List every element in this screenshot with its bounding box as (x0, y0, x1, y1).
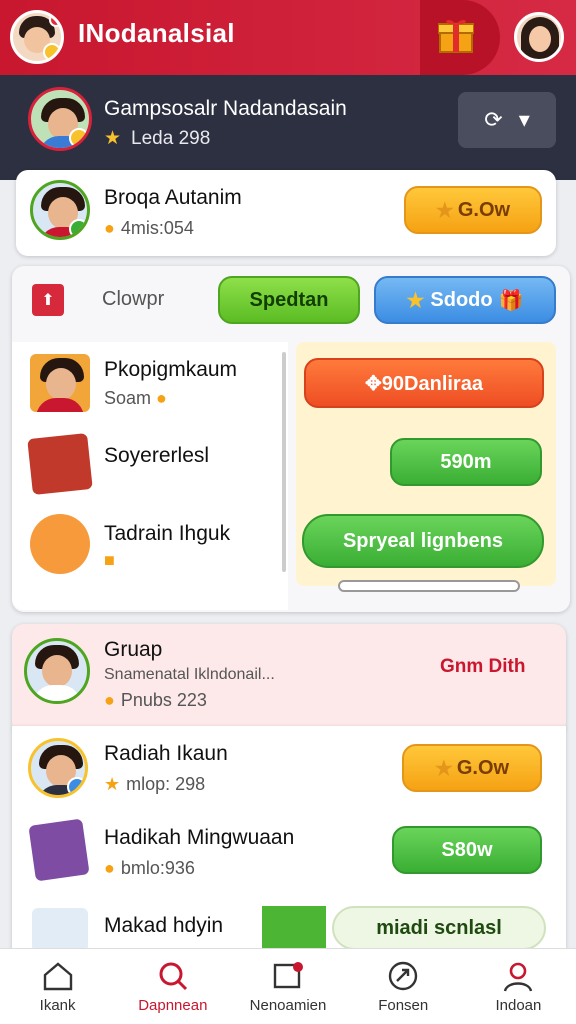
messages-icon (273, 962, 303, 989)
panel-label: Clowpr (102, 288, 165, 310)
action-panel: ⬆ Clowpr Spedtan ★ Sdodo 🎁 Pkopigmkaum Soa… (12, 266, 570, 612)
group-2-card: Gruap Snamenatal Iklndonail... ● Pnubs 22… (12, 624, 566, 734)
profile-level-text: Leda 298 (131, 128, 211, 149)
coin-icon: ● (104, 690, 115, 710)
member-sub-text: mlop: 298 (126, 774, 206, 794)
offers-area: ✥90Danliraa 590m Spryeal lignbens (296, 342, 556, 586)
card-icon (28, 818, 90, 882)
member-name: Hadikah Mingwuaan (104, 826, 295, 849)
star-icon: ★ (435, 199, 454, 222)
list-item-title: Soyererlesl (104, 444, 210, 467)
verified-icon (67, 777, 85, 795)
list-item-sub-text: Soam (104, 388, 152, 408)
member-sub: ● bmlo:936 (104, 858, 195, 879)
coin-icon: ● (156, 388, 167, 408)
top-bar: INodanalsial (0, 0, 576, 75)
app-avatar[interactable] (10, 10, 64, 64)
special-offer-button[interactable]: Spryeal lignbens (302, 514, 544, 568)
star-icon: ★ (434, 757, 453, 780)
nav-label: Dapnnean (138, 997, 208, 1014)
gift-icon: 🎁 (498, 289, 524, 312)
character-icon (30, 514, 90, 574)
list-item-title: Tadrain Ihguk (104, 522, 231, 545)
start-button[interactable]: Spedtan (218, 276, 360, 324)
member-go-label: G.Ow (456, 756, 510, 779)
home-icon (43, 962, 72, 991)
group-2-points: ● Pnubs 223 (104, 690, 207, 711)
group-points: ● 4mis:054 (104, 218, 194, 239)
group-go-button[interactable]: ★ G.Ow (404, 186, 542, 234)
group-avatar[interactable] (30, 180, 90, 240)
scrollbar[interactable] (282, 352, 286, 572)
star-icon: ★ (406, 289, 425, 312)
member-avatar[interactable] (28, 738, 88, 798)
member-list: Radiah Ikaun ★ mlop: 298 ★ G.Ow Hadikah Mi… (12, 726, 566, 952)
app-title: INodanalsial (78, 18, 235, 48)
member-action-button[interactable]: S80w (392, 826, 542, 874)
nav-label: Fonsen (378, 997, 429, 1014)
nav-messages[interactable]: Nenoamien (230, 949, 345, 1024)
profile-band: Gampsosalr Nadandasain ★ Leda 298 ⟳ ▾ (0, 75, 576, 180)
group-2-avatar[interactable] (24, 638, 90, 704)
nav-search[interactable]: Dapnnean (115, 949, 230, 1024)
member-sub-text: bmlo:936 (120, 858, 195, 878)
member-go-button[interactable]: ★ G.Ow (402, 744, 542, 792)
member-thumb (32, 908, 88, 952)
special-button[interactable]: ★ Sdodo 🎁 (374, 276, 556, 324)
bottom-nav: Ikank Dapnnean Nenoamien Fonsen Indoan (0, 948, 576, 1024)
nav-label: Nenoamien (249, 997, 327, 1014)
coin-icon: ● (104, 858, 115, 878)
nav-share[interactable]: Fonsen (346, 949, 461, 1024)
group-2-points-text: Pnubs 223 (120, 690, 207, 710)
star-icon: ★ (104, 774, 121, 794)
group-2-title: Gruap (104, 638, 163, 661)
list-item-thumb (30, 354, 90, 412)
profile-icon (504, 962, 533, 992)
group-card: Broqa Autanim ● 4mis:054 ★ G.Ow (16, 170, 556, 256)
verified-icon (69, 219, 87, 237)
list-item-title: Pkopigmkaum (104, 358, 238, 381)
profile-level: ★ Leda 298 (104, 127, 210, 150)
chevron-down-icon: ▾ (518, 107, 530, 132)
offer-button-green[interactable]: 590m (390, 438, 542, 486)
mini-social-button[interactable]: miadi scnlasl (332, 906, 546, 950)
gift-icon (262, 906, 326, 950)
group-name: Broqa Autanim (104, 186, 242, 209)
gift-icon[interactable] (438, 16, 474, 54)
coin-icon: ● (104, 218, 115, 238)
gift-icon: ■ (104, 550, 115, 570)
user-avatar[interactable] (514, 12, 564, 62)
notification-dot (49, 13, 61, 27)
member-name: Makad hdyin (104, 914, 224, 937)
red-envelope-icon (27, 433, 93, 495)
group-2-sub: Snamenatal Iklndonail... (104, 666, 275, 683)
member-sub: ★ mlop: 298 (104, 774, 205, 795)
panel-list: Pkopigmkaum Soam ● Soyererlesl Tadrain I… (12, 342, 288, 610)
search-icon (159, 962, 187, 991)
group-go-label: G.Ow (457, 198, 511, 221)
special-button-label: Sdodo (430, 288, 493, 311)
star-icon: ★ (104, 128, 122, 149)
options-dropdown[interactable]: ⟳ ▾ (458, 92, 556, 148)
profile-avatar[interactable] (28, 87, 92, 151)
progress-bar (338, 580, 520, 592)
nav-home[interactable]: Ikank (0, 949, 115, 1024)
refresh-icon: ⟳ (484, 107, 503, 132)
member-name: Radiah Ikaun (104, 742, 228, 765)
group-points-text: 4mis:054 (120, 218, 194, 238)
nav-label: Indoan (495, 997, 542, 1014)
profile-name: Gampsosalr Nadandasain (104, 97, 347, 120)
group-2-link[interactable]: Gnm Dith (440, 656, 526, 678)
share-icon (389, 961, 418, 991)
back-up-icon[interactable]: ⬆ (32, 284, 64, 316)
offer-button-orange[interactable]: ✥90Danliraa (304, 358, 544, 408)
nav-profile[interactable]: Indoan (461, 949, 576, 1024)
list-item-sub: Soam ● (104, 388, 167, 409)
nav-label: Ikank (39, 997, 76, 1014)
